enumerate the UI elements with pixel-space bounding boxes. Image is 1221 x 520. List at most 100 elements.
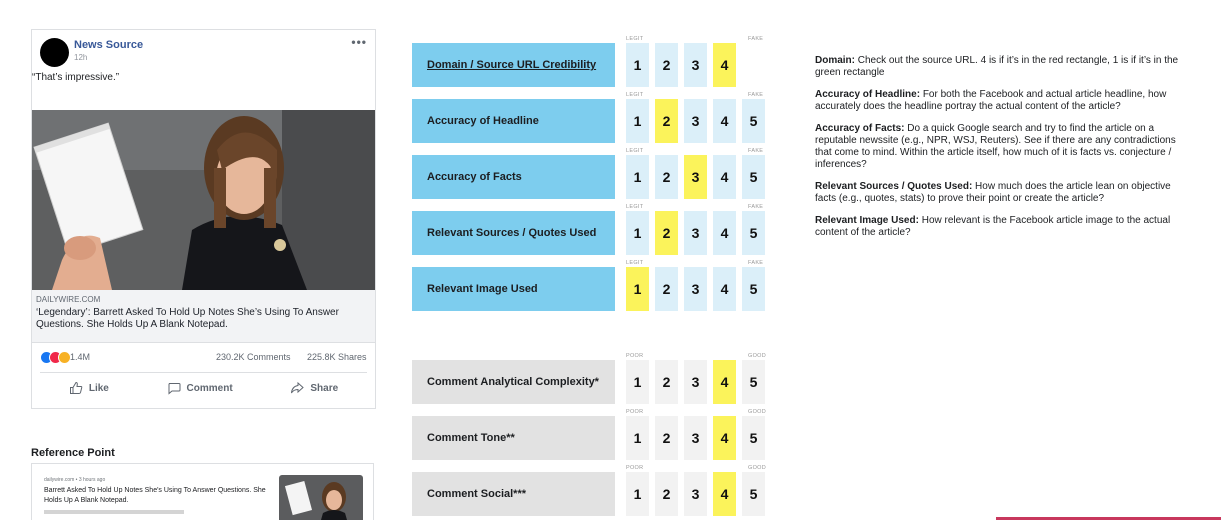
score-option-selected[interactable]: 2 xyxy=(655,99,678,143)
share-count[interactable]: 225.8K Shares xyxy=(307,352,367,362)
link-headline[interactable]: ‘Legendary’: Barrett Asked To Hold Up No… xyxy=(36,307,371,331)
link-preview[interactable]: DAILYWIRE.COM ‘Legendary’: Barrett Asked… xyxy=(32,290,375,343)
rating-row: LEGIT FAKE Relevant Image Used 1 2 3 4 5 xyxy=(412,260,772,315)
reaction-count[interactable]: 1.4M xyxy=(70,352,90,362)
rating-row: POOR GOOD Comment Social*** 1 2 3 4 5 xyxy=(412,465,772,520)
score-option[interactable]: 2 xyxy=(655,155,678,199)
score-option[interactable]: 5 xyxy=(742,267,765,311)
instruction-facts: Accuracy of Facts: Do a quick Google sea… xyxy=(815,123,1180,171)
reference-thumbnail[interactable] xyxy=(279,475,363,520)
score-option-selected[interactable]: 4 xyxy=(713,43,736,87)
score-option[interactable]: 1 xyxy=(626,43,649,87)
score-option[interactable]: 2 xyxy=(655,472,678,516)
score-option-selected[interactable]: 3 xyxy=(684,155,707,199)
reaction-icons[interactable] xyxy=(40,351,71,364)
score-option[interactable]: 1 xyxy=(626,155,649,199)
criterion-label: Accuracy of Headline xyxy=(412,99,615,143)
score-option[interactable]: 5 xyxy=(742,99,765,143)
like-label: Like xyxy=(88,382,109,394)
comment-icon xyxy=(168,383,181,395)
score-option[interactable]: 2 xyxy=(655,267,678,311)
scale-high-label: FAKE xyxy=(748,36,764,42)
score-option[interactable]: 5 xyxy=(742,211,765,255)
score-option[interactable]: 4 xyxy=(713,99,736,143)
rating-grid: LEGIT FAKE Domain / Source URL Credibility… xyxy=(412,0,772,520)
post-source-name[interactable]: News Source xyxy=(74,39,143,51)
post-image[interactable] xyxy=(32,110,375,290)
instruction-image: Relevant Image Used: How relevant is the… xyxy=(815,215,1180,239)
facebook-post-card: News Source 12h ••• “That’s impressive.”… xyxy=(31,29,376,409)
post-timestamp[interactable]: 12h xyxy=(74,53,87,62)
score-option-selected[interactable]: 2 xyxy=(655,211,678,255)
score-option[interactable]: 4 xyxy=(713,267,736,311)
score-option[interactable]: 3 xyxy=(684,416,707,460)
score-option[interactable]: 3 xyxy=(684,472,707,516)
score-option[interactable]: 1 xyxy=(626,99,649,143)
reference-meta: dailywire.com • 3 hours ago xyxy=(44,477,106,483)
score-option[interactable]: 2 xyxy=(655,416,678,460)
score-option-selected[interactable]: 4 xyxy=(713,360,736,404)
comment-button[interactable]: Comment xyxy=(167,381,233,395)
instruction-term: Accuracy of Headline: xyxy=(815,89,921,100)
score-option[interactable]: 5 xyxy=(742,155,765,199)
rating-row: LEGIT FAKE Accuracy of Headline 1 2 3 4 5 xyxy=(412,92,772,147)
share-button[interactable]: Share xyxy=(290,381,338,395)
score-option[interactable]: 5 xyxy=(742,472,765,516)
score-option[interactable]: 2 xyxy=(655,360,678,404)
score-option[interactable]: 1 xyxy=(626,472,649,516)
share-label: Share xyxy=(310,382,339,394)
like-button[interactable]: Like xyxy=(69,381,109,395)
scale-high-label: FAKE xyxy=(748,92,764,98)
score-option-selected[interactable]: 1 xyxy=(626,267,649,311)
rating-row: LEGIT FAKE Domain / Source URL Credibility… xyxy=(412,36,772,91)
scale-high-label: GOOD xyxy=(748,409,767,415)
score-option[interactable]: 3 xyxy=(684,99,707,143)
reference-snippet xyxy=(44,510,184,514)
score-option[interactable]: 3 xyxy=(684,360,707,404)
score-option-selected[interactable]: 4 xyxy=(713,416,736,460)
scale-high-label: GOOD xyxy=(748,353,767,359)
instruction-domain: Domain: Check out the source URL. 4 is i… xyxy=(815,55,1180,79)
criterion-label[interactable]: Domain / Source URL Credibility xyxy=(412,43,615,87)
score-option[interactable]: 5 xyxy=(742,416,765,460)
more-options-icon[interactable]: ••• xyxy=(351,35,367,49)
scale-high-label: FAKE xyxy=(748,148,764,154)
reference-thumbnail-illustration xyxy=(279,475,363,520)
comment-count[interactable]: 230.2K Comments xyxy=(216,352,291,362)
instruction-term: Relevant Sources / Quotes Used: xyxy=(815,181,973,192)
post-photo-illustration xyxy=(32,110,375,290)
score-option[interactable]: 1 xyxy=(626,360,649,404)
score-option[interactable]: 4 xyxy=(713,211,736,255)
rating-row: LEGIT FAKE Accuracy of Facts 1 2 3 4 5 xyxy=(412,148,772,203)
score-option[interactable]: 1 xyxy=(626,211,649,255)
criterion-label: Relevant Sources / Quotes Used xyxy=(412,211,615,255)
score-option[interactable]: 2 xyxy=(655,43,678,87)
score-option[interactable]: 3 xyxy=(684,267,707,311)
scale-low-label: LEGIT xyxy=(626,204,644,210)
comment-label: Comment xyxy=(186,382,233,394)
scale-high-label: FAKE xyxy=(748,260,764,266)
reference-headline[interactable]: Barrett Asked To Hold Up Notes She's Usi… xyxy=(44,486,274,506)
engagement-stats: 1.4M 230.2K Comments 225.8K Shares xyxy=(32,342,375,372)
criterion-label: Comment Tone** xyxy=(412,416,615,460)
scale-low-label: POOR xyxy=(626,465,644,471)
reference-point-title: Reference Point xyxy=(31,447,115,459)
avatar[interactable] xyxy=(40,38,69,67)
scale-low-label: LEGIT xyxy=(626,148,644,154)
reference-search-result[interactable]: dailywire.com • 3 hours ago Barrett Aske… xyxy=(31,463,374,520)
scale-low-label: LEGIT xyxy=(626,260,644,266)
score-option[interactable]: 1 xyxy=(626,416,649,460)
score-option[interactable]: 4 xyxy=(713,155,736,199)
criterion-label: Accuracy of Facts xyxy=(412,155,615,199)
instruction-text: Check out the source URL. 4 is if it’s i… xyxy=(815,55,1179,78)
score-option-selected[interactable]: 4 xyxy=(713,472,736,516)
instruction-term: Domain: xyxy=(815,55,855,66)
score-option[interactable]: 3 xyxy=(684,211,707,255)
rating-row: LEGIT FAKE Relevant Sources / Quotes Used 1… xyxy=(412,204,772,259)
score-option[interactable]: 5 xyxy=(742,360,765,404)
rating-row: POOR GOOD Comment Tone** 1 2 3 4 5 xyxy=(412,409,772,464)
scale-low-label: LEGIT xyxy=(626,92,644,98)
criterion-label: Comment Analytical Complexity* xyxy=(412,360,615,404)
share-icon xyxy=(291,381,305,394)
score-option[interactable]: 3 xyxy=(684,43,707,87)
